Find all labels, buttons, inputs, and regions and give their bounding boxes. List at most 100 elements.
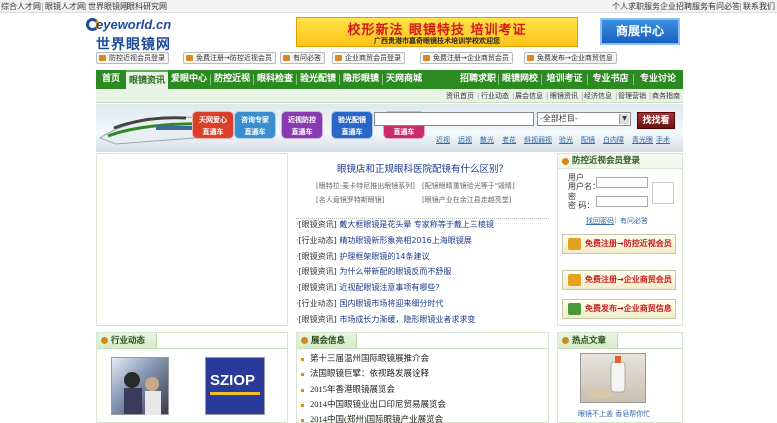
topbar-link-eyewear-jobs[interactable]: 眼镜人才网 [45,1,85,12]
topbar-link-eyeworld[interactable]: 世界眼镜网 [88,1,128,12]
subnav-economy[interactable]: 经济信息 [584,90,612,102]
nav-eyewear-news[interactable]: 眼镜资讯 [126,70,168,89]
soap-bottle-icon [589,356,626,399]
ad-banner[interactable]: 校形新法 眼镜特技 培训考证 广西贵港市嘉奇眼镜技术培训学校欢迎您 [296,17,578,47]
nav-optometry[interactable]: 验光配镜 [297,70,339,89]
news-item[interactable]: ·[眼镜资讯] 护理框架眼镜的14条建议 [296,251,430,263]
member-login-panel: 防控近视会员登录 用户 用户名： 密 密 码： 找回密码 | 有问必答 免费注册… [557,153,683,326]
nav-eye-exam[interactable]: 眼科检查 [254,70,296,89]
subnav-news-home[interactable]: 资讯首页 [446,90,474,102]
search-button[interactable]: 找找看 [637,112,675,129]
hot-tab[interactable]: 热点文章 [558,333,618,349]
register-icon [186,55,193,61]
news-item[interactable]: ·[眼镜资讯] 市场成长力渐缓，隐形眼镜业者求求变 [296,314,475,326]
expo-item[interactable]: 法国眼镜巨擘：依视路发展诠释 [301,367,429,379]
subnav-industry[interactable]: 行业动态 [481,90,509,102]
subnav-eyewear[interactable]: 眼镜资讯 [550,90,578,102]
people-photo-icon [124,372,161,415]
topbar-link-job-seeker[interactable]: 个人求职服务 [612,1,660,12]
nav-home[interactable]: 首页 [96,70,126,89]
industry-thumbnail[interactable] [111,357,169,415]
pill-trade-register[interactable]: 免费注册→企业商贸会员 [420,52,513,64]
sub-headline-link[interactable]: [名人竟镜罗特斯眼镜] [316,195,384,205]
login-submit-button[interactable] [652,182,674,204]
keyword-link[interactable]: 手术 [656,134,670,146]
news-item[interactable]: ·[行业动态] 国内眼镜市场将迎来细分时代 [296,298,443,310]
nav-tianwang-mall[interactable]: 天网商城 [383,70,425,89]
question-icon [283,55,290,61]
publish-trade-button[interactable]: 免费发布→企业商贸信息 [562,299,676,319]
top-headline[interactable]: 眼镜店和正规眼科医院配镜有什么区别？ [296,161,549,175]
forgot-password-link[interactable]: 找回密码 [586,216,614,226]
pill-myopia-register[interactable]: 免费注册→防控近视会员 [183,52,276,64]
sub-headline-link[interactable]: [眼特拉-麦卡特尼推出眼镜系列] [316,181,415,191]
news-item[interactable]: ·[眼镜资讯] 戴大框眼镜是花头晕 专家称等于戴上三棱镜 [296,219,494,231]
password-field[interactable] [596,196,648,207]
publish-icon [527,55,534,61]
keyword-link[interactable]: 斜视弱视 [524,134,552,146]
keyword-link[interactable]: 验光 [559,134,573,146]
sub-headline-link[interactable]: [配镜眼睛重镜验光等于"毁睛] [422,181,515,191]
hero-btn-optometry[interactable]: 验光配镜 直通车 [331,111,373,139]
topbar-link-qa[interactable]: 有问必答 [708,1,740,12]
nav-discussion[interactable]: 专业讨论 [634,70,682,89]
left-slideshow-area [96,153,288,326]
subnav-management[interactable]: 管理营销 [618,90,646,102]
nav-bookstore[interactable]: 专业书店 [588,70,633,89]
nav-jobs[interactable]: 招聘求职 [458,70,498,89]
lock-icon [335,55,342,61]
hot-keywords: 近视 远视 散光 老花 斜视弱视 验光 配镜 白内障 青光眼 手术 [430,134,680,146]
hero-btn-myopia[interactable]: 近视防控 直通车 [281,111,323,139]
keyword-link[interactable]: 白内障 [603,134,624,146]
hero-btn-charity[interactable]: 天网爱心 直通车 [192,111,234,139]
bullet-icon [562,158,569,165]
logo-latin: eyeworld.cn [96,17,172,32]
keyword-link[interactable]: 散光 [480,134,494,146]
search-input[interactable] [374,112,534,126]
news-item[interactable]: ·[眼镜资讯] 为什么带新配的眼镜反而不舒服 [296,266,451,278]
nav-training[interactable]: 培训考证 [542,70,587,89]
expo-tab[interactable]: 展会信息 [297,333,357,349]
topbar-link-general-jobs[interactable]: 综合人才网 [1,1,41,12]
nav-eye-care[interactable]: 爱眼中心 [168,70,210,89]
register-trade-button[interactable]: 免费注册→企业商贸会员 [562,270,676,290]
keyword-link[interactable]: 远视 [458,134,472,146]
expo-item[interactable]: 2015年香港眼镜展览会 [301,383,395,395]
pill-myopia-login[interactable]: 防控近视会员登录 [96,52,169,64]
bullet-icon [562,337,569,344]
sub-headline-link[interactable]: [眼镜产业在余江县走越亮堂] [422,195,511,205]
hot-article-thumbnail[interactable] [580,353,646,403]
pill-trade-login[interactable]: 企业商贸会员登录 [332,52,405,64]
keyword-link[interactable]: 青光眼 [632,134,653,146]
register-myopia-button[interactable]: 免费注册→防控近视会员 [562,234,676,254]
expo-item[interactable]: 第十三届温州国际眼镜展推介会 [301,352,429,364]
industry-thumbnail[interactable]: SZIOP [205,357,265,415]
keyword-link[interactable]: 老花 [502,134,516,146]
topbar-link-recruiter[interactable]: 企业招聘服务 [660,1,708,12]
news-item[interactable]: ·[行业动态] 精功眼镜新形象亮相2016上海眼镜展 [296,235,472,247]
expo-item[interactable]: 2014中国眼镜业出口印尼贸易展览会 [301,398,446,410]
nav-online-school[interactable]: 眼镜网校 [499,70,541,89]
topbar-link-contact[interactable]: 联系我们 [743,1,775,12]
subnav-business-guide[interactable]: 商务指南 [652,90,680,102]
subnav-expo[interactable]: 展会信息 [515,90,543,102]
keyword-link[interactable]: 近视 [436,134,450,146]
site-logo[interactable]: eyeworld.cn 世界眼镜网 [86,16,178,53]
category-select[interactable]: -全部栏目- ▼ [537,112,631,126]
industry-tab[interactable]: 行业动态 [97,333,157,349]
username-field[interactable] [596,177,648,188]
register-icon [423,55,430,61]
news-item[interactable]: ·[眼镜资讯] 近视配眼镜注意事项有哪些？ [296,282,443,294]
pill-trade-publish[interactable]: 免费发布→企业商贸信息 [524,52,617,64]
topbar-link-ophthalmology[interactable]: 眼科研究网 [127,1,167,12]
nav-myopia-control[interactable]: 防控近视 [211,70,253,89]
nav-contact-lens[interactable]: 隐形眼镜 [340,70,382,89]
qa-link[interactable]: 有问必答 [620,216,648,226]
hero-btn-expert[interactable]: 咨询专家 直通车 [234,111,276,139]
headline-news: 眼镜店和正规眼科医院配镜有什么区别？ [眼特拉-麦卡特尼推出眼镜系列] [配镜眼… [296,153,549,328]
expo-item[interactable]: 2014中国(郑州)国际眼镜产业展览会 [301,413,443,423]
keyword-link[interactable]: 配镜 [581,134,595,146]
pill-qa[interactable]: 有问必答 [280,52,325,64]
business-center-button[interactable]: 商展中心 [600,18,680,45]
hot-article-caption[interactable]: 眼镜不上盖 香皂帮你忙 [578,409,650,419]
